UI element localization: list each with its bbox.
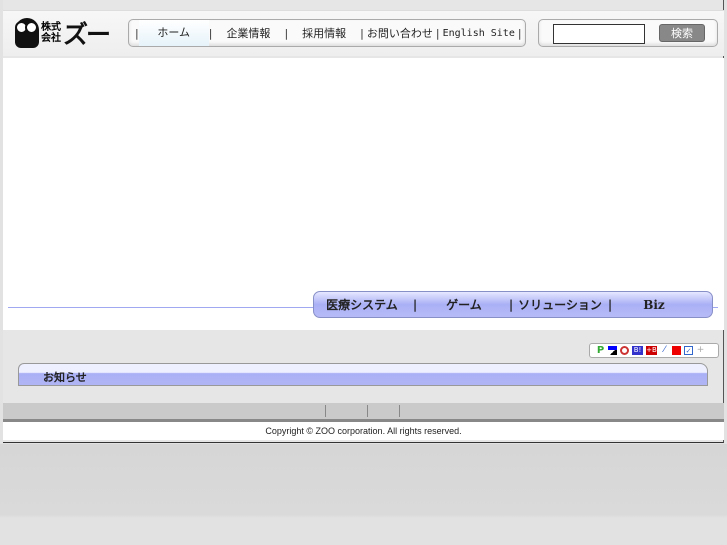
search-input[interactable] xyxy=(553,24,645,44)
pingoo-icon[interactable]: P xyxy=(596,346,605,356)
add-icon[interactable]: + xyxy=(696,346,705,355)
search-box: 検索 xyxy=(538,19,718,47)
hatena-bookmark-icon[interactable]: B! xyxy=(632,346,643,355)
separator: | xyxy=(607,297,613,312)
check-icon[interactable]: ✓ xyxy=(684,346,693,355)
separator xyxy=(367,405,368,417)
footer-links-band xyxy=(3,403,724,419)
delicious-icon[interactable] xyxy=(608,346,617,355)
social-bookmarks: P B! +B ⁄ ✓ + xyxy=(589,343,719,358)
news-header: お知らせ xyxy=(18,363,708,386)
zoo-mascot-icon xyxy=(15,18,39,48)
category-biz[interactable]: Biz xyxy=(614,298,694,312)
copyright: Copyright © ZOO corporation. All rights … xyxy=(3,422,724,440)
nav-english[interactable]: English Site xyxy=(440,28,518,39)
logo-name: ズー xyxy=(63,20,111,49)
livedoor-clip-icon[interactable]: +B xyxy=(646,346,657,355)
separator: | xyxy=(517,26,522,40)
logo[interactable]: 株式 会社 ズー xyxy=(15,15,125,51)
news-title: お知らせ xyxy=(43,371,87,384)
search-button[interactable]: 検索 xyxy=(659,24,705,42)
nav-home[interactable]: ホーム xyxy=(138,20,209,46)
category-solution[interactable]: ソリューション xyxy=(514,296,606,313)
category-game[interactable]: ゲーム xyxy=(420,296,508,313)
main-content: 医療システム | ゲーム | ソリューション | Biz xyxy=(3,58,724,330)
nav-recruit[interactable]: 採用情報 xyxy=(288,25,360,41)
header: 株式 会社 ズー | ホーム | 企業情報 | 採用情報 | お問い合わせ | E… xyxy=(3,10,724,56)
category-nav: 医療システム | ゲーム | ソリューション | Biz xyxy=(313,291,713,318)
main-nav: | ホーム | 企業情報 | 採用情報 | お問い合わせ | English S… xyxy=(128,19,526,47)
nav-contact[interactable]: お問い合わせ xyxy=(364,25,436,41)
buzzurl-icon[interactable] xyxy=(620,346,629,355)
category-medical[interactable]: 医療システム xyxy=(314,296,410,313)
logo-text: 株式 xyxy=(41,22,61,33)
nav-company[interactable]: 企業情報 xyxy=(212,25,284,41)
fc2-bookmark-icon[interactable] xyxy=(672,346,681,355)
background-area xyxy=(0,444,727,545)
separator xyxy=(325,405,326,417)
clip-icon[interactable]: ⁄ xyxy=(660,346,669,355)
separator xyxy=(399,405,400,417)
page: 株式 会社 ズー | ホーム | 企業情報 | 採用情報 | お問い合わせ | E… xyxy=(3,0,724,443)
logo-text: 会社 xyxy=(41,33,61,44)
logo-kabushiki-kaisha: 株式 会社 xyxy=(41,22,63,44)
separator: | xyxy=(412,297,418,312)
